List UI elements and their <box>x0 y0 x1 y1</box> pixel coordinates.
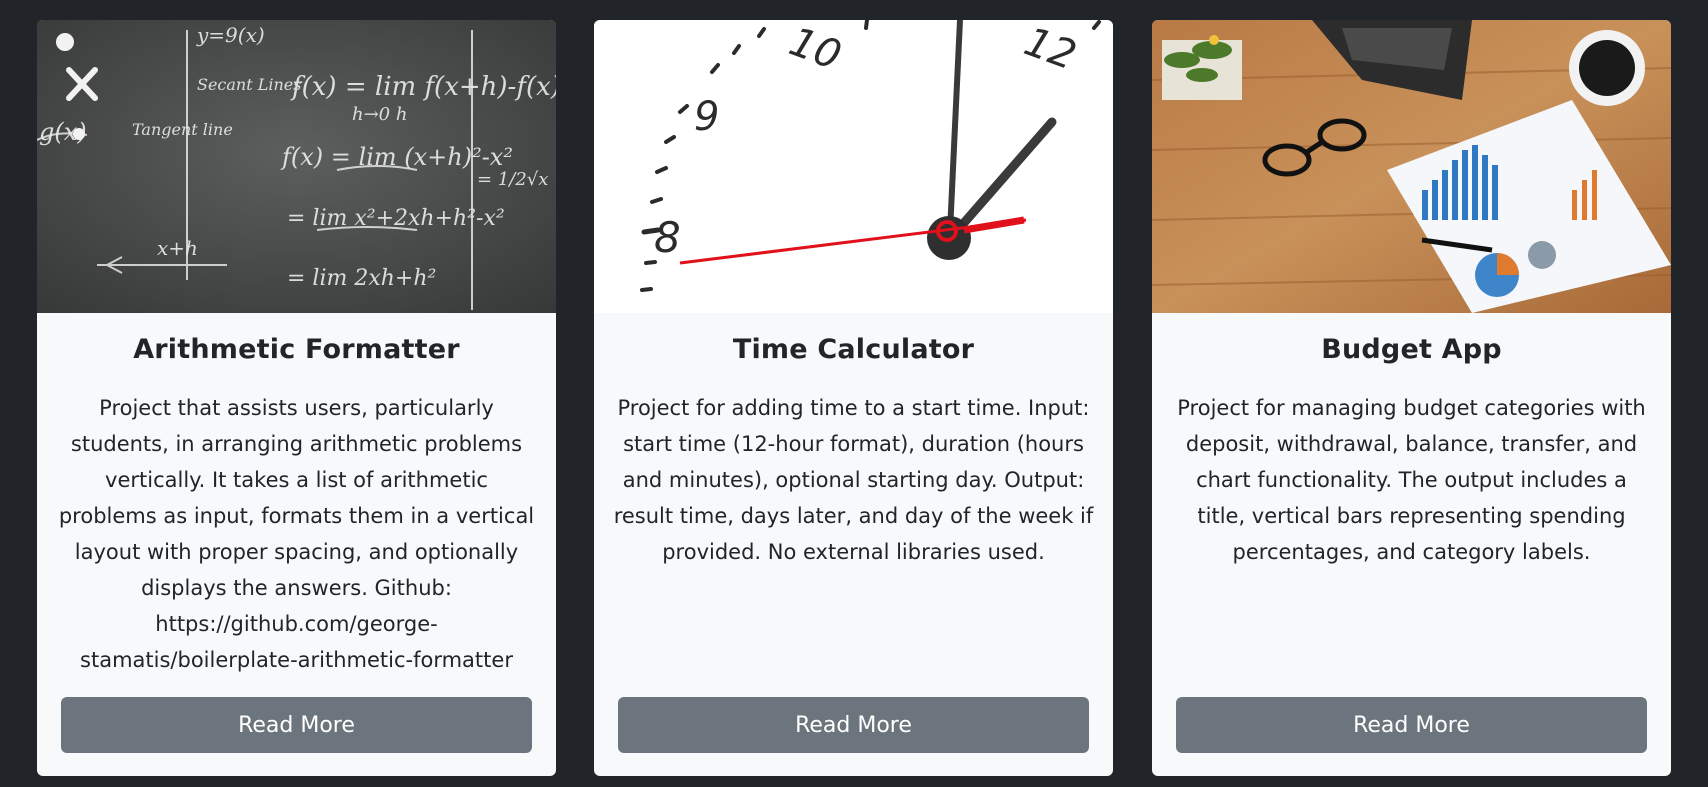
board-formula-8: Tangent line <box>132 120 233 139</box>
clock-face-image: 8 9 10 12 <box>594 20 1113 313</box>
project-card-time-calculator: 8 9 10 12 Time Calculator Project for ad… <box>594 20 1113 776</box>
clock-number-9: 9 <box>694 94 719 140</box>
clock-number-8: 8 <box>654 213 681 262</box>
project-card-budget-app: Budget App Project for managing budget c… <box>1152 20 1671 776</box>
read-more-button[interactable]: Read More <box>1176 697 1647 753</box>
board-formula-10: = 1/2√x <box>477 169 548 190</box>
board-formula-7: = lim 2xh+h² <box>287 266 436 291</box>
board-formula-3: h→0 h <box>352 104 407 125</box>
project-card-arithmetic-formatter: y=9(x) f(x) = lim f(x+h)-f(x) h→0 h Seca… <box>37 20 556 776</box>
card-description: Project for managing budget categories w… <box>1177 396 1646 564</box>
chalkboard-formulas-image: y=9(x) f(x) = lim f(x+h)-f(x) h→0 h Seca… <box>37 20 556 313</box>
card-description: Project for adding time to a start time.… <box>613 396 1094 564</box>
board-formula-4: Secant Lines <box>197 75 301 94</box>
board-formula-1: y=9(x) <box>196 23 265 47</box>
desk-budget-charts-image <box>1152 20 1671 313</box>
read-more-button[interactable]: Read More <box>61 697 532 753</box>
board-formula-6: = lim x²+2xh+h²-x² <box>287 206 505 231</box>
card-title: Time Calculator <box>732 334 975 365</box>
board-formula-9: x+h <box>157 236 198 260</box>
card-title: Budget App <box>1321 334 1502 365</box>
card-description: Project that assists users, particularly… <box>58 396 535 672</box>
read-more-button[interactable]: Read More <box>618 697 1089 753</box>
board-formula-2: f(x) = lim f(x+h)-f(x) <box>290 72 556 102</box>
card-title: Arithmetic Formatter <box>133 334 460 365</box>
board-formula-5: f(x) = lim (x+h)²-x² <box>280 143 513 171</box>
